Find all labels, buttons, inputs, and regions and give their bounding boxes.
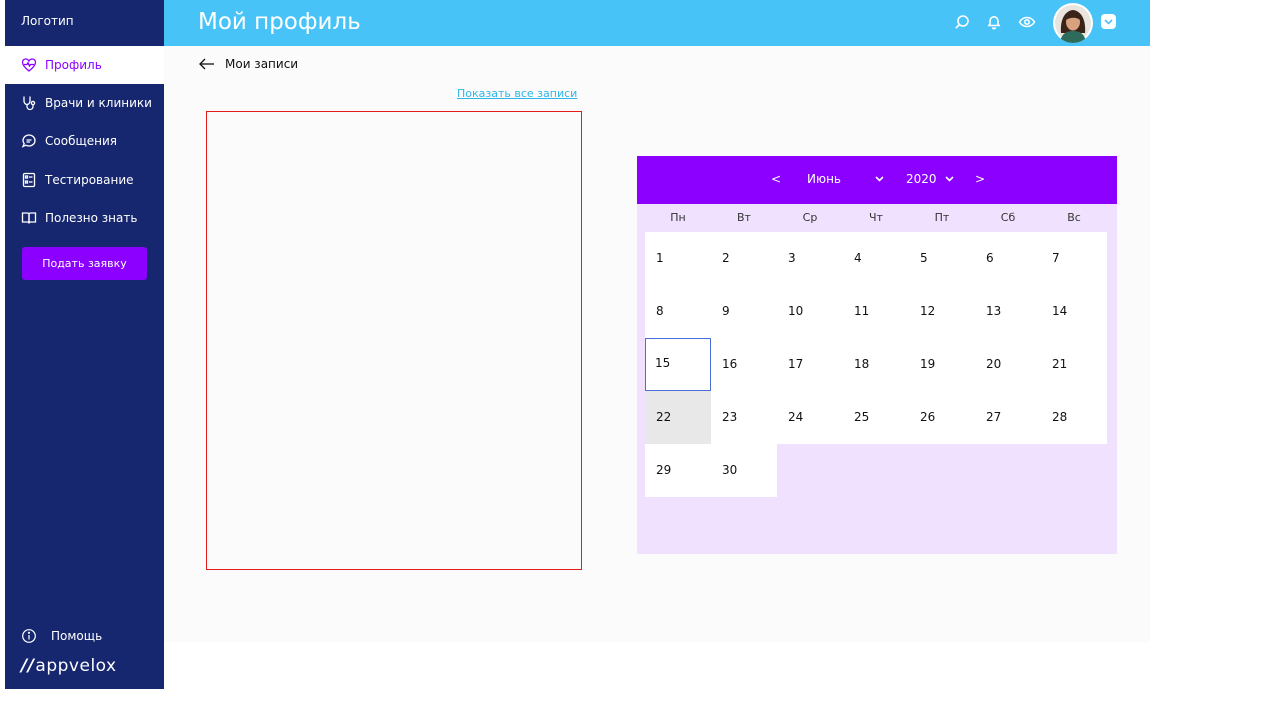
calendar-day[interactable]: 6 (975, 232, 1041, 285)
arrow-left-icon (198, 57, 216, 71)
brand-logo-name: appvelox (35, 656, 117, 676)
year-select[interactable]: 2020 (906, 172, 954, 186)
weekday-label: Пт (934, 211, 950, 224)
chat-icon (21, 133, 37, 149)
sidebar-item-messages[interactable]: Сообщения (5, 122, 164, 160)
calendar-header: < Июнь 2020 > (637, 156, 1117, 204)
sidebar-item-testing[interactable]: Тестирование (5, 161, 164, 199)
calendar-day[interactable]: 15 (645, 338, 711, 391)
sidebar-item-doctors[interactable]: Врачи и клиники (5, 84, 164, 122)
weekday-label: Вс (1067, 211, 1081, 224)
records-list (206, 111, 582, 570)
calendar-day[interactable]: 22 (645, 391, 711, 444)
page-title: Мой профиль (198, 9, 361, 35)
sidebar-item-profile[interactable]: Профиль (5, 46, 164, 84)
calendar-day[interactable]: 28 (1041, 391, 1107, 444)
sidebar: Логотип Профиль Врачи и клиники Сообщени… (5, 0, 164, 689)
calendar-day[interactable]: 7 (1041, 232, 1107, 285)
sidebar-item-label: Профиль (45, 58, 102, 72)
back-button[interactable]: Мои записи (198, 57, 298, 71)
calendar-day[interactable]: 30 (711, 444, 777, 497)
calendar-day[interactable]: 23 (711, 391, 777, 444)
calendar-day[interactable]: 18 (843, 338, 909, 391)
calendar-day[interactable]: 21 (1041, 338, 1107, 391)
chevron-down-icon (875, 176, 884, 182)
stethoscope-icon (21, 95, 37, 111)
weekday-label: Чт (869, 211, 883, 224)
eye-icon[interactable] (1018, 13, 1036, 31)
month-label: Июнь (807, 172, 841, 186)
calendar-day[interactable]: 8 (645, 285, 711, 338)
weekday-label: Ср (802, 211, 818, 224)
calendar-day[interactable]: 25 (843, 391, 909, 444)
calendar-day[interactable]: 1 (645, 232, 711, 285)
chevron-down-icon (944, 176, 954, 182)
sidebar-item-label: Врачи и клиники (45, 96, 152, 110)
calendar-day[interactable]: 14 (1041, 285, 1107, 338)
help-link[interactable]: Помощь (21, 628, 102, 644)
help-label: Помощь (51, 629, 103, 643)
calendar-day[interactable]: 29 (645, 444, 711, 497)
sidebar-item-label: Полезно знать (45, 211, 138, 225)
show-all-records-link[interactable]: Показать все записи (457, 87, 577, 100)
calendar-day[interactable]: 3 (777, 232, 843, 285)
bell-icon[interactable] (985, 13, 1003, 31)
weekday-label: Пн (670, 211, 686, 224)
calendar-day[interactable]: 12 (909, 285, 975, 338)
search-icon[interactable] (953, 13, 971, 31)
main-content: Мои записи Показать все записи < Июнь 20… (164, 46, 1150, 642)
info-icon (21, 628, 37, 644)
heart-pulse-icon (21, 57, 37, 73)
book-icon (21, 210, 37, 226)
account-menu-toggle[interactable] (1101, 14, 1116, 29)
submit-request-button[interactable]: Подать заявку (22, 247, 147, 280)
calendar-day[interactable]: 17 (777, 338, 843, 391)
month-select[interactable]: Июнь (807, 172, 884, 186)
weekday-label: Сб (1000, 211, 1016, 224)
calendar-day[interactable]: 11 (843, 285, 909, 338)
prev-month-button[interactable]: < (771, 172, 781, 186)
calendar: < Июнь 2020 > Пн Вт Ср Чт Пт Сб Вс 1 2 3… (637, 156, 1117, 554)
calendar-day[interactable]: 24 (777, 391, 843, 444)
weekday-label: Вт (737, 211, 751, 224)
sidebar-item-label: Сообщения (45, 134, 118, 148)
calendar-day[interactable]: 10 (777, 285, 843, 338)
chevron-down-icon (1104, 18, 1113, 25)
calendar-day[interactable]: 26 (909, 391, 975, 444)
calendar-day[interactable]: 9 (711, 285, 777, 338)
logo[interactable]: Логотип (21, 14, 74, 28)
brand-logo: // appvelox (21, 656, 117, 676)
next-month-button[interactable]: > (975, 172, 985, 186)
calendar-day[interactable]: 5 (909, 232, 975, 285)
calendar-day[interactable]: 19 (909, 338, 975, 391)
calendar-day[interactable]: 2 (711, 232, 777, 285)
year-label: 2020 (906, 172, 937, 186)
sidebar-item-label: Тестирование (45, 173, 134, 187)
calendar-day[interactable]: 20 (975, 338, 1041, 391)
avatar[interactable] (1053, 3, 1093, 43)
calendar-day[interactable]: 4 (843, 232, 909, 285)
calendar-day[interactable]: 16 (711, 338, 777, 391)
section-title: Мои записи (225, 57, 299, 71)
brand-logo-mark: // (21, 656, 35, 676)
checklist-icon (21, 172, 37, 188)
header: Мой профиль (164, 0, 1150, 46)
calendar-day[interactable]: 27 (975, 391, 1041, 444)
calendar-day[interactable]: 13 (975, 285, 1041, 338)
sidebar-item-useful[interactable]: Полезно знать (5, 199, 164, 237)
